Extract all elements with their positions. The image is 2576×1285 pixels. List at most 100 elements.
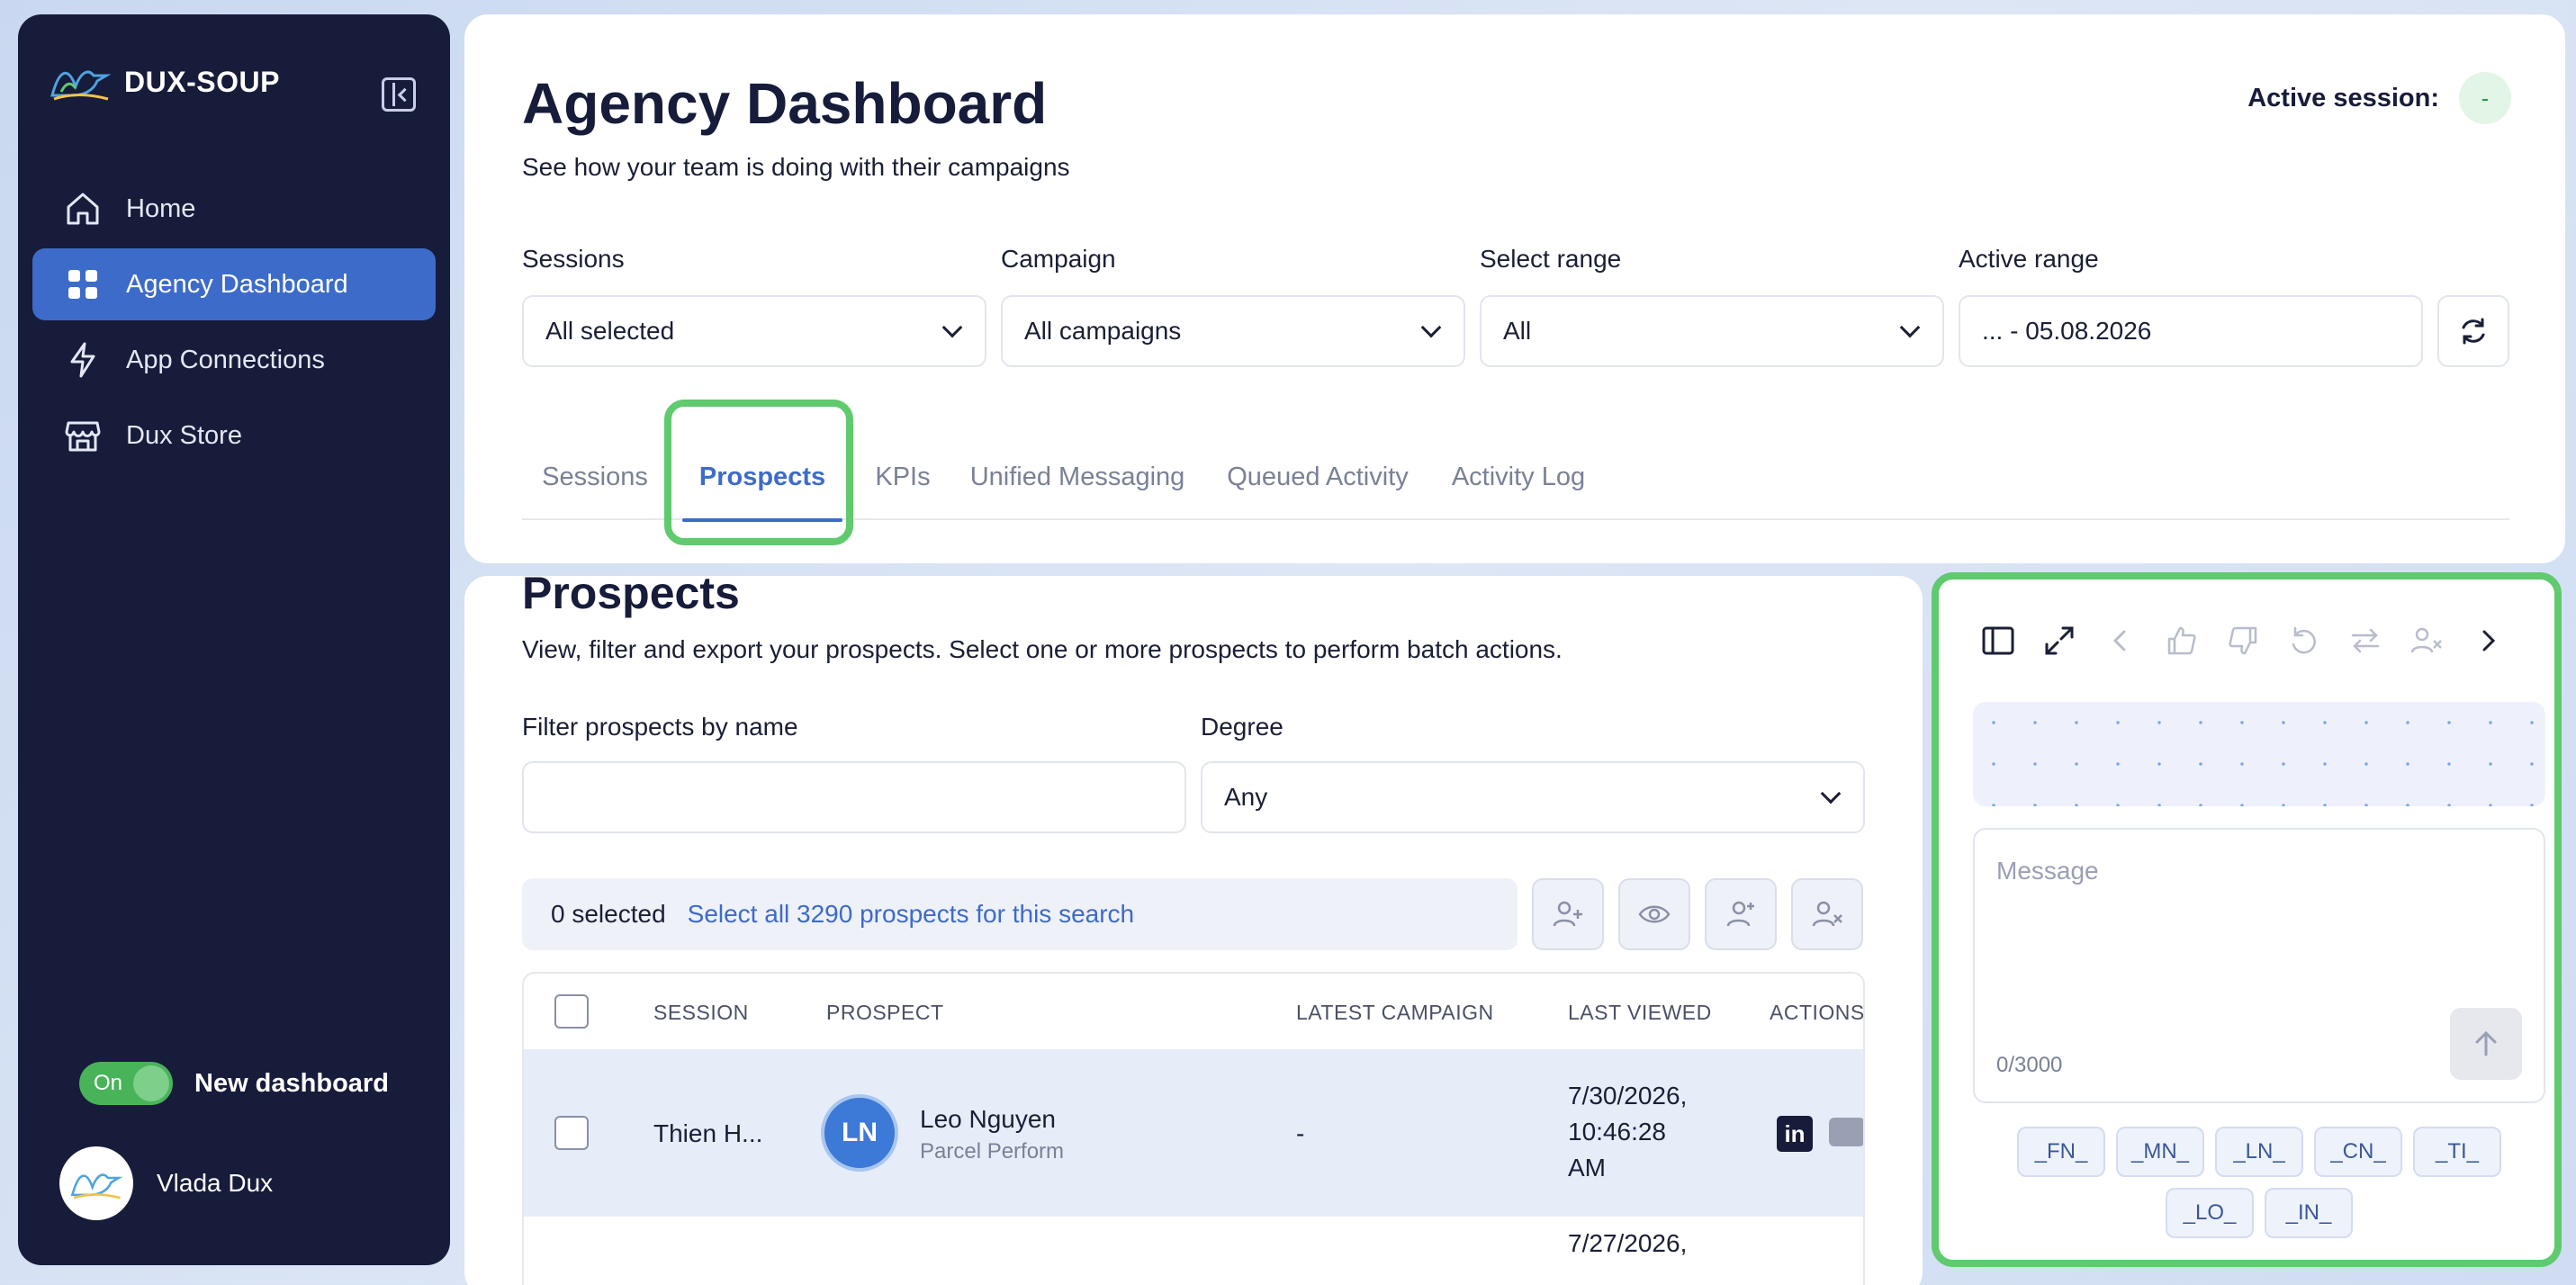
user-remove-icon <box>1812 901 1842 927</box>
duck-avatar-icon <box>70 1173 123 1200</box>
sidebar-item-app-connections[interactable]: App Connections <box>32 324 436 396</box>
sessions-filter: Sessions All selected <box>522 245 986 367</box>
select-all-link[interactable]: Select all 3290 prospects for this searc… <box>688 900 1134 929</box>
select-value: Any <box>1224 783 1268 811</box>
last-viewed-cell: 7/27/2026, <box>1568 1229 1688 1257</box>
brand-name: DUX-SOUP <box>124 65 280 98</box>
token-middle-name[interactable]: _MN_ <box>2116 1127 2204 1177</box>
message-placeholder: Message <box>1996 857 2099 885</box>
sidebar-item-home[interactable]: Home <box>32 173 436 245</box>
sidebar-item-agency-dashboard[interactable]: Agency Dashboard <box>32 248 436 320</box>
tab-sessions[interactable]: Sessions <box>540 434 650 520</box>
user-remove-icon[interactable] <box>2405 619 2448 662</box>
chevron-down-icon <box>941 317 963 338</box>
table-row[interactable]: 7/27/2026, <box>524 1218 1863 1285</box>
column-header[interactable]: SESSION <box>653 1001 749 1025</box>
session-cell: Thien H... <box>653 1119 763 1147</box>
connect-button[interactable] <box>1705 878 1777 950</box>
column-header[interactable]: PROSPECT <box>826 1001 944 1025</box>
new-dashboard-toggle-row: On New dashboard <box>79 1062 389 1105</box>
new-dashboard-toggle[interactable]: On <box>79 1062 173 1105</box>
add-to-campaign-button[interactable] <box>1532 878 1604 950</box>
visit-profile-button[interactable] <box>1618 878 1690 950</box>
active-session-label: Active session: <box>2247 83 2439 112</box>
tab-highlight-outline <box>664 400 853 545</box>
toggle-state-label: On <box>94 1071 123 1095</box>
sidebar-item-label: App Connections <box>126 345 325 374</box>
tab-queued-activity[interactable]: Queued Activity <box>1222 434 1413 520</box>
sidebar-item-label: Home <box>126 193 196 223</box>
swap-icon[interactable] <box>2344 619 2387 662</box>
page-title: Agency Dashboard <box>522 71 1048 136</box>
token-title[interactable]: _TI_ <box>2413 1127 2501 1177</box>
prospects-card: Prospects View, filter and export your p… <box>464 576 1923 1285</box>
active-range-filter: Active range ... - 05.08.2026 <box>1959 245 2423 367</box>
section-title: Prospects <box>522 576 740 618</box>
message-toolbar <box>1977 619 2535 662</box>
user-plus-icon <box>1553 901 1582 927</box>
sidebar-item-dux-store[interactable]: Dux Store <box>32 400 436 472</box>
last-viewed-ampm: AM <box>1568 1154 1606 1182</box>
brand[interactable]: DUX-SOUP <box>49 59 280 104</box>
column-header[interactable]: LAST VIEWED <box>1568 1001 1712 1025</box>
row-checkbox[interactable] <box>554 1116 589 1150</box>
tab-kpis[interactable]: KPIs <box>875 434 931 520</box>
campaign-cell: - <box>1296 1119 1305 1147</box>
token-last-name[interactable]: _LN_ <box>2215 1127 2303 1177</box>
chevron-right-icon[interactable] <box>2466 619 2509 662</box>
select-value: All <box>1503 317 1532 345</box>
active-range-field[interactable]: ... - 05.08.2026 <box>1959 295 2423 367</box>
sidebar-item-label: Dux Store <box>126 420 242 450</box>
column-header: ACTIONS <box>1770 1001 1865 1024</box>
store-icon <box>65 421 101 452</box>
collapse-sidebar-icon[interactable] <box>382 77 416 112</box>
filter-label: Select range <box>1480 245 1622 273</box>
sessions-select[interactable]: All selected <box>522 295 986 367</box>
remove-prospect-button[interactable] <box>1791 878 1863 950</box>
token-location[interactable]: _LO_ <box>2166 1188 2254 1238</box>
token-first-name[interactable]: _FN_ <box>2017 1127 2105 1177</box>
column-header[interactable]: LATEST CAMPAIGN <box>1296 1001 1494 1025</box>
degree-select[interactable]: Any <box>1201 761 1865 833</box>
prospect-name[interactable]: Leo Nguyen <box>920 1105 1056 1134</box>
chevron-down-icon <box>1820 783 1842 804</box>
grid-icon <box>68 270 97 299</box>
send-button[interactable] <box>2450 1008 2522 1080</box>
tab-unified-messaging[interactable]: Unified Messaging <box>967 434 1188 520</box>
user-name: Vlada Dux <box>157 1169 274 1197</box>
filter-label: Active range <box>1959 245 2099 273</box>
character-counter: 0/3000 <box>1996 1053 2063 1077</box>
eye-icon <box>1638 905 1671 923</box>
thumbs-up-icon[interactable] <box>2160 619 2203 662</box>
token-industry[interactable]: _IN_ <box>2265 1188 2353 1238</box>
placeholder-tokens: _FN_ _MN_ _LN_ _CN_ _TI_ _LO_ _IN_ <box>1973 1127 2545 1238</box>
range-select[interactable]: All <box>1480 295 1944 367</box>
select-value: All selected <box>545 317 675 345</box>
expand-icon[interactable] <box>2038 619 2081 662</box>
chevron-left-icon[interactable] <box>2099 619 2142 662</box>
campaign-select[interactable]: All campaigns <box>1001 295 1465 367</box>
tab-activity-log[interactable]: Activity Log <box>1447 434 1590 520</box>
sidebar-panel-icon[interactable] <box>1977 619 2020 662</box>
filter-name-label: Filter prospects by name <box>522 713 798 741</box>
linkedin-icon[interactable]: in <box>1777 1116 1813 1152</box>
duck-logo-icon <box>50 70 112 101</box>
table-row[interactable]: Thien H... LN Leo Nguyen Parcel Perform … <box>524 1049 1863 1217</box>
token-company-name[interactable]: _CN_ <box>2314 1127 2402 1177</box>
filter-label: Campaign <box>1001 245 1116 273</box>
message-icon[interactable] <box>1829 1118 1863 1146</box>
arrow-up-icon <box>2475 1030 2497 1056</box>
user-profile[interactable]: Vlada Dux <box>59 1146 273 1220</box>
refresh-button[interactable] <box>2437 295 2509 367</box>
range-filter: Select range All <box>1480 245 1944 367</box>
sidebar-item-label: Agency Dashboard <box>126 269 348 299</box>
user-add-icon <box>1726 901 1754 927</box>
undo-icon[interactable] <box>2283 619 2326 662</box>
select-all-checkbox[interactable] <box>554 994 589 1029</box>
last-viewed-time: 10:46:28 <box>1568 1118 1666 1146</box>
avatar: LN <box>821 1094 898 1172</box>
selection-bar: 0 selected Select all 3290 prospects for… <box>522 878 1518 950</box>
thumbs-down-icon[interactable] <box>2221 619 2265 662</box>
message-input[interactable]: Message 0/3000 <box>1973 828 2545 1103</box>
filter-name-input[interactable] <box>522 761 1186 833</box>
